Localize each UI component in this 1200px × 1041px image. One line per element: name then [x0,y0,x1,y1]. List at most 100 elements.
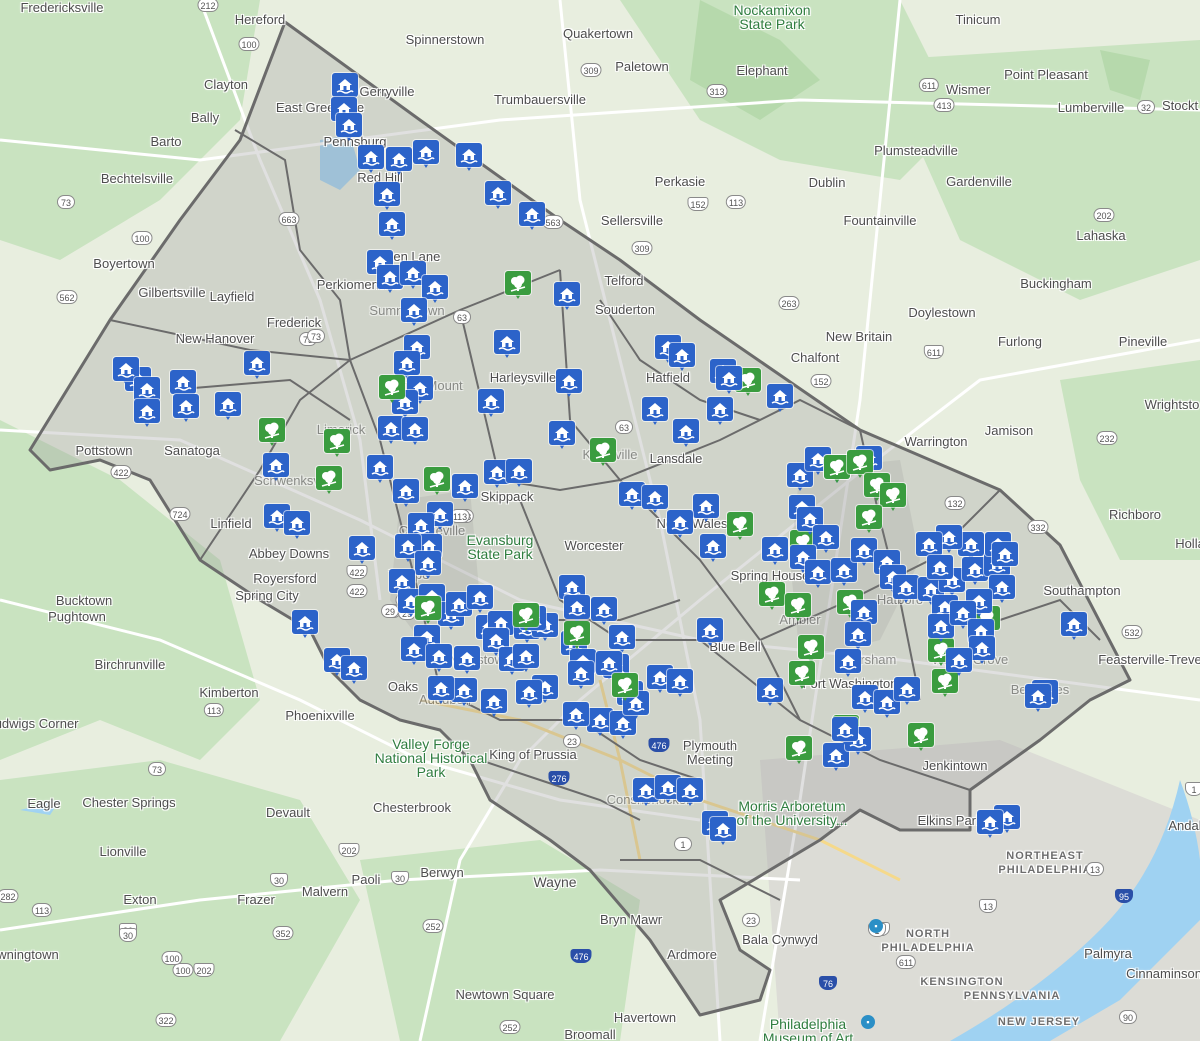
fallen-tree-icon[interactable] [880,483,906,513]
flooded-house-icon[interactable] [667,510,693,540]
flooded-house-icon[interactable] [767,384,793,414]
flooded-house-icon[interactable] [563,702,589,732]
flooded-house-icon[interactable] [677,778,703,808]
flooded-house-icon[interactable] [554,282,580,312]
flooded-house-icon[interactable] [946,648,972,678]
flooded-house-icon[interactable] [378,416,404,446]
fallen-tree-icon[interactable] [759,582,785,612]
flooded-house-icon[interactable] [977,810,1003,840]
flooded-house-icon[interactable] [805,560,831,590]
fallen-tree-icon[interactable] [590,438,616,468]
flooded-house-icon[interactable] [835,649,861,679]
flooded-house-icon[interactable] [516,680,542,710]
flooded-house-icon[interactable] [591,597,617,627]
fallen-tree-icon[interactable] [324,429,350,459]
flooded-house-icon[interactable] [506,459,532,489]
fallen-tree-icon[interactable] [856,505,882,535]
flooded-house-icon[interactable] [1025,684,1051,714]
flooded-house-icon[interactable] [485,181,511,211]
flooded-house-icon[interactable] [762,537,788,567]
flooded-house-icon[interactable] [642,485,668,515]
flooded-house-icon[interactable] [673,419,699,449]
flooded-house-icon[interactable] [813,525,839,555]
flooded-house-icon[interactable] [402,417,428,447]
flooded-house-icon[interactable] [710,817,736,847]
flooded-house-icon[interactable] [707,397,733,427]
flooded-house-icon[interactable] [173,394,199,424]
flooded-house-icon[interactable] [452,474,478,504]
flooded-house-icon[interactable] [669,343,695,373]
route-shield: 73 [57,195,75,209]
flooded-house-icon[interactable] [386,147,412,177]
fallen-tree-icon[interactable] [727,512,753,542]
fallen-tree-icon[interactable] [259,418,285,448]
map-canvas[interactable]: Fredericksville Hereford Spinnerstown Quake… [0,0,1200,1041]
flooded-house-icon[interactable] [374,182,400,212]
flooded-house-icon[interactable] [832,717,858,747]
flooded-house-icon[interactable] [481,689,507,719]
flooded-house-icon[interactable] [401,637,427,667]
museum-icon[interactable]: ▪ [861,1015,875,1029]
flooded-house-icon[interactable] [989,575,1015,605]
flooded-house-icon[interactable] [358,145,384,175]
flooded-house-icon[interactable] [700,534,726,564]
fallen-tree-icon[interactable] [564,621,590,651]
flooded-house-icon[interactable] [716,366,742,396]
flooded-house-icon[interactable] [284,511,310,541]
flooded-house-icon[interactable] [893,575,919,605]
flooded-house-icon[interactable] [415,551,441,581]
flooded-house-icon[interactable] [456,143,482,173]
fallen-tree-icon[interactable] [612,673,638,703]
fallen-tree-icon[interactable] [513,603,539,633]
flooded-house-icon[interactable] [451,678,477,708]
flooded-house-icon[interactable] [757,678,783,708]
flooded-house-icon[interactable] [336,113,362,143]
fallen-tree-icon[interactable] [505,271,531,301]
flooded-house-icon[interactable] [519,202,545,232]
flooded-house-icon[interactable] [401,298,427,328]
flooded-house-icon[interactable] [413,140,439,170]
place-label: Philadelphia Museum of Art [762,1016,854,1041]
fallen-tree-icon[interactable] [789,661,815,691]
fallen-tree-icon[interactable] [316,466,342,496]
flooded-house-icon[interactable] [349,536,375,566]
place-label: PENNSYLVANIA [963,990,1061,1002]
flooded-house-icon[interactable] [568,661,594,691]
route-shield: 276 [548,771,570,785]
flooded-house-icon[interactable] [1061,612,1087,642]
fallen-tree-icon[interactable] [415,596,441,626]
fallen-tree-icon[interactable] [424,467,450,497]
flooded-house-icon[interactable] [894,677,920,707]
flooded-house-icon[interactable] [341,656,367,686]
flooded-house-icon[interactable] [927,555,953,585]
flooded-house-icon[interactable] [454,646,480,676]
flooded-house-icon[interactable] [969,636,995,666]
flooded-house-icon[interactable] [215,392,241,422]
flooded-house-icon[interactable] [393,479,419,509]
fallen-tree-icon[interactable] [908,723,934,753]
flooded-house-icon[interactable] [845,622,871,652]
flooded-house-icon[interactable] [556,369,582,399]
flooded-house-icon[interactable] [379,212,405,242]
flooded-house-icon[interactable] [244,351,270,381]
flooded-house-icon[interactable] [693,494,719,524]
fallen-tree-icon[interactable] [379,375,405,405]
flooded-house-icon[interactable] [549,421,575,451]
poi-icon[interactable]: ▪ [869,919,883,933]
flooded-house-icon[interactable] [494,330,520,360]
flooded-house-icon[interactable] [513,644,539,674]
flooded-house-icon[interactable] [292,610,318,640]
fallen-tree-icon[interactable] [786,736,812,766]
flooded-house-icon[interactable] [134,399,160,429]
flooded-house-icon[interactable] [642,397,668,427]
flooded-house-icon[interactable] [667,669,693,699]
flooded-house-icon[interactable] [426,644,452,674]
flooded-house-icon[interactable] [992,542,1018,572]
place-label: Birchrunville [94,657,166,672]
flooded-house-icon[interactable] [263,453,289,483]
flooded-house-icon[interactable] [697,618,723,648]
flooded-house-icon[interactable] [367,455,393,485]
flooded-house-icon[interactable] [478,389,504,419]
fallen-tree-icon[interactable] [785,593,811,623]
flooded-house-icon[interactable] [428,676,454,706]
